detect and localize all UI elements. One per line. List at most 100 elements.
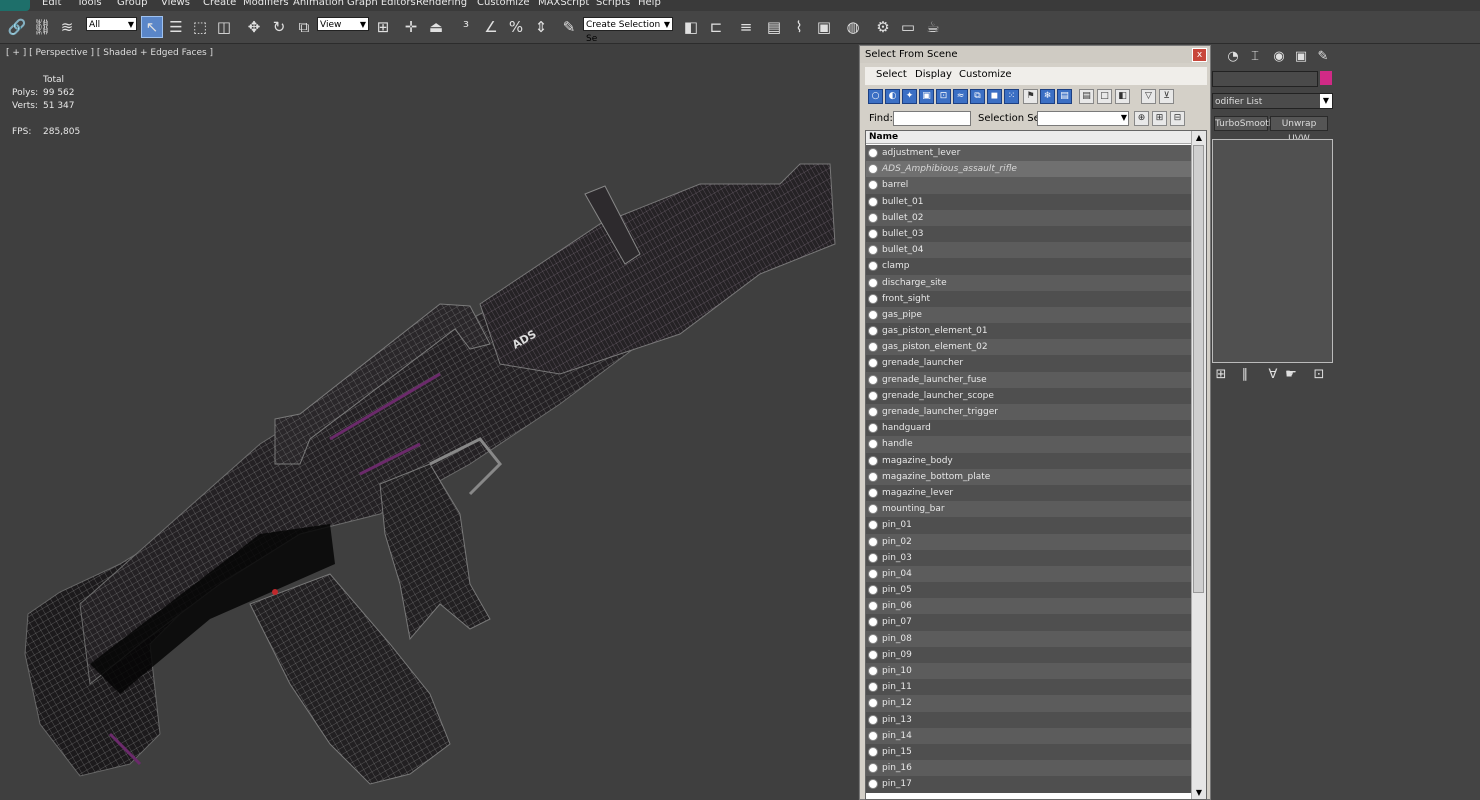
menu-tools[interactable]: Tools [77, 0, 102, 8]
configure-modifier-sets-icon[interactable]: ⊡ [1310, 366, 1328, 384]
display-tab-icon[interactable]: ▣ [1292, 48, 1310, 66]
list-item[interactable]: pin_11 [866, 679, 1192, 696]
select-none-icon[interactable]: □ [1097, 89, 1112, 104]
list-item[interactable]: pin_07 [866, 614, 1192, 631]
rotate-icon[interactable]: ↻ [268, 16, 290, 38]
list-item[interactable]: pin_13 [866, 711, 1192, 728]
pivot-center-icon[interactable]: ⊞ [372, 16, 394, 38]
scene-explorer-icon[interactable]: ▤ [763, 16, 785, 38]
menu-animation[interactable]: Animation [293, 0, 344, 8]
list-item[interactable]: clamp [866, 258, 1192, 275]
display-space-warps-icon[interactable]: ≈ [953, 89, 968, 104]
list-item[interactable]: discharge_site [866, 274, 1192, 291]
layer-manager-icon[interactable]: ≡ [735, 16, 757, 38]
scene-object-list[interactable]: Name adjustment_lever ADS_Amphibious_assa… [865, 130, 1207, 800]
display-xrefs-icon[interactable]: ◼ [987, 89, 1002, 104]
unwrap-uvw-button[interactable]: Unwrap UVW [1270, 116, 1328, 144]
display-containers-icon[interactable]: ⚑ [1023, 89, 1038, 104]
list-item[interactable]: magazine_bottom_plate [866, 468, 1192, 485]
dialog-menu-select[interactable]: Select [876, 69, 907, 80]
unlink-icon[interactable]: ⛓ [31, 16, 53, 38]
list-item[interactable]: bullet_04 [866, 242, 1192, 259]
name-column-header[interactable]: Name [866, 131, 1192, 144]
app-logo-icon[interactable] [0, 0, 30, 11]
display-geometry-icon[interactable]: ○ [868, 89, 883, 104]
angle-snap-icon[interactable]: ∠ [480, 16, 502, 38]
list-item[interactable]: adjustment_lever [866, 145, 1192, 162]
align-icon[interactable]: ⊏ [705, 16, 727, 38]
turbosmooth-button[interactable]: TurboSmooth [1214, 116, 1274, 131]
render-production-icon[interactable]: ☕ [922, 16, 944, 38]
select-object-icon[interactable]: ↖ [141, 16, 163, 38]
menu-customize[interactable]: Customize [477, 0, 530, 8]
rectangular-region-icon[interactable]: ⬚ [189, 16, 211, 38]
curve-editor-icon[interactable]: ⌇ [788, 16, 810, 38]
list-item[interactable]: grenade_launcher_fuse [866, 371, 1192, 388]
motion-tab-icon[interactable]: ◉ [1270, 48, 1288, 66]
menu-modifiers[interactable]: Modifiers [243, 0, 289, 8]
list-item[interactable]: gas_piston_element_02 [866, 339, 1192, 356]
list-item[interactable]: pin_02 [866, 533, 1192, 550]
remove-modifier-icon[interactable]: ☛ [1282, 366, 1300, 384]
list-item[interactable]: magazine_lever [866, 484, 1192, 502]
list-item[interactable]: handguard [866, 420, 1192, 437]
pin-stack-icon[interactable]: ⊞ [1212, 366, 1230, 384]
display-frozen-icon[interactable]: ❄ [1040, 89, 1055, 104]
display-bones-icon[interactable]: ⁙ [1004, 89, 1019, 104]
dialog-menu-customize[interactable]: Customize [959, 69, 1012, 80]
selection-set-dropdown[interactable]: ▼ [1037, 111, 1129, 126]
perspective-viewport[interactable]: [ + ] [ Perspective ] [ Shaded + Edged F… [0, 44, 858, 800]
menu-edit[interactable]: Edit [42, 0, 61, 8]
list-item[interactable]: grenade_launcher_trigger [866, 404, 1192, 421]
link-icon[interactable]: 🔗 [6, 16, 28, 38]
selection-filter-dropdown[interactable]: All ▼ [86, 17, 137, 31]
display-helpers-icon[interactable]: ⊡ [936, 89, 951, 104]
show-end-result-icon[interactable]: ∥ [1236, 366, 1254, 384]
window-crossing-icon[interactable]: ◫ [213, 16, 235, 38]
named-selection-dropdown[interactable]: Create Selection Se ▼ [583, 17, 673, 44]
move-icon[interactable]: ✥ [243, 16, 265, 38]
list-item[interactable]: pin_14 [866, 727, 1192, 744]
rifle-wireframe-model[interactable]: ADS [0, 44, 858, 800]
bind-space-warp-icon[interactable]: ≋ [56, 16, 78, 38]
list-item[interactable]: magazine_body [866, 452, 1192, 469]
select-invert-icon[interactable]: ◧ [1115, 89, 1130, 104]
hierarchy-tab-icon[interactable]: ⌶ [1246, 48, 1264, 66]
modify-tab-icon[interactable]: ◔ [1224, 48, 1242, 66]
mirror-icon[interactable]: ◧ [680, 16, 702, 38]
list-item[interactable]: ADS_Amphibious_assault_rifle [866, 161, 1192, 178]
reference-coordinate-dropdown[interactable]: View ▼ [317, 17, 369, 31]
dialog-menu-display[interactable]: Display [915, 69, 952, 80]
utilities-tab-icon[interactable]: ✎ [1314, 48, 1332, 66]
list-item[interactable]: front_sight [866, 290, 1192, 307]
list-item[interactable]: bullet_02 [866, 209, 1192, 226]
menu-group[interactable]: Group [117, 0, 147, 8]
scroll-up-icon[interactable]: ▲ [1192, 131, 1206, 144]
list-item[interactable]: pin_04 [866, 565, 1192, 583]
remove-from-selection-set-icon[interactable]: ⊟ [1170, 111, 1185, 126]
list-item[interactable]: pin_16 [866, 760, 1192, 777]
find-input[interactable] [893, 111, 971, 126]
schematic-view-icon[interactable]: ▣ [813, 16, 835, 38]
list-item[interactable]: pin_12 [866, 695, 1192, 712]
menu-create[interactable]: Create [203, 0, 236, 8]
filter-options-icon[interactable]: ⊻ [1159, 89, 1174, 104]
select-all-icon[interactable]: ▤ [1079, 89, 1094, 104]
close-icon[interactable]: x [1192, 48, 1207, 62]
create-selection-set-icon[interactable]: ⊕ [1134, 111, 1149, 126]
list-item[interactable]: pin_06 [866, 598, 1192, 615]
render-setup-icon[interactable]: ⚙ [872, 16, 894, 38]
menu-graph-editors[interactable]: Graph Editors [347, 0, 416, 8]
menu-maxscript[interactable]: MAXScript [538, 0, 589, 8]
menu-help[interactable]: Help [638, 0, 661, 8]
list-item[interactable]: pin_01 [866, 517, 1192, 534]
list-item[interactable]: pin_05 [866, 582, 1192, 599]
display-shapes-icon[interactable]: ◐ [885, 89, 900, 104]
list-item[interactable]: pin_10 [866, 663, 1192, 680]
list-item[interactable]: pin_09 [866, 646, 1192, 663]
filter-icon[interactable]: ▽ [1141, 89, 1156, 104]
list-item[interactable]: bullet_01 [866, 193, 1192, 210]
scroll-down-icon[interactable]: ▼ [1192, 786, 1206, 799]
list-scrollbar[interactable]: ▲ ▼ [1191, 131, 1206, 799]
list-item[interactable]: pin_17 [866, 776, 1192, 793]
